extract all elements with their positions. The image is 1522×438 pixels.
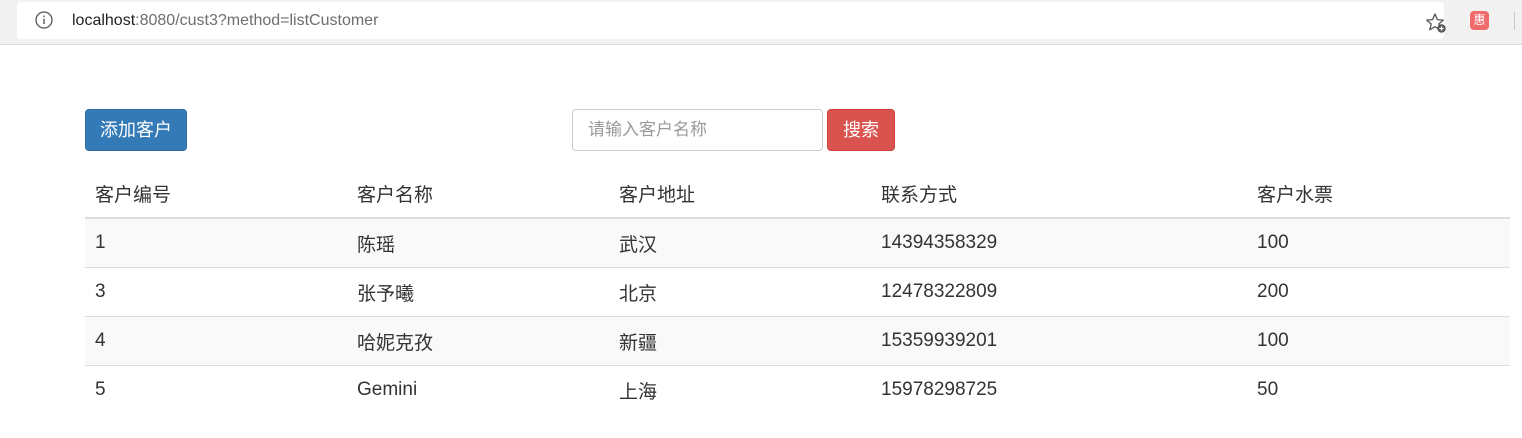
cell-customer-name: 陈瑶 [357, 234, 396, 256]
url-text[interactable]: localhost:8080/cust3?method=listCustomer [72, 12, 378, 30]
cell-customer-name: Gemini [347, 365, 609, 414]
url-path: :8080/cust3?method=listCustomer [135, 12, 379, 29]
cell-customer-address: 上海 [609, 365, 871, 414]
header-contact: 联系方式 [871, 169, 1247, 219]
info-icon[interactable] [35, 11, 53, 29]
cell-water-tickets: 100 [1257, 232, 1289, 253]
cell-contact: 14394358329 [881, 232, 998, 253]
table-row: 4 哈妮克孜 新疆 15359939201 100 [85, 316, 1510, 366]
cell-contact: 15978298725 [871, 365, 1247, 414]
header-water-tickets: 客户水票 [1247, 169, 1510, 219]
table-header-row: 客户编号 客户名称 客户地址 联系方式 客户水票 [85, 169, 1510, 219]
header-customer-address: 客户地址 [609, 169, 871, 219]
table-row: 1 陈瑶 武汉 14394358329 100 [85, 218, 1510, 268]
cell-customer-id: 3 [85, 267, 347, 317]
toolbar-divider [1514, 12, 1515, 30]
extension-icon[interactable]: 惠 [1470, 11, 1489, 30]
cell-contact: 15359939201 [871, 316, 1247, 366]
header-customer-name: 客户名称 [347, 169, 609, 219]
cell-customer-address: 北京 [609, 267, 871, 317]
address-bar[interactable]: localhost:8080/cust3?method=listCustomer [17, 2, 1447, 39]
bookmark-star-icon[interactable] [1425, 12, 1447, 34]
add-customer-button[interactable]: 添加客户 [85, 109, 187, 151]
cell-water-tickets: 50 [1247, 365, 1510, 414]
customer-search-input[interactable] [572, 109, 823, 151]
browser-toolbar: localhost:8080/cust3?method=listCustomer… [0, 0, 1522, 45]
search-button[interactable]: 搜索 [827, 109, 895, 151]
table-row: 5 Gemini 上海 15978298725 50 [85, 365, 1510, 414]
cell-customer-id: 4 [85, 316, 347, 366]
header-customer-id: 客户编号 [85, 169, 347, 219]
cell-contact: 12478322809 [871, 267, 1247, 317]
cell-customer-id: 5 [85, 365, 347, 414]
customer-table: 客户编号 客户名称 客户地址 联系方式 客户水票 1 陈瑶 武汉 1439435… [85, 169, 1510, 414]
cell-customer-address: 新疆 [609, 316, 871, 366]
cell-customer-name: 张予曦 [347, 267, 609, 317]
cell-customer-name: 哈妮克孜 [347, 316, 609, 366]
cell-customer-id: 1 [95, 232, 106, 253]
table-row: 3 张予曦 北京 12478322809 200 [85, 267, 1510, 317]
cell-water-tickets: 100 [1247, 316, 1510, 366]
cell-customer-address: 武汉 [619, 234, 658, 256]
cell-water-tickets: 200 [1247, 267, 1510, 317]
url-host: localhost [72, 12, 136, 29]
